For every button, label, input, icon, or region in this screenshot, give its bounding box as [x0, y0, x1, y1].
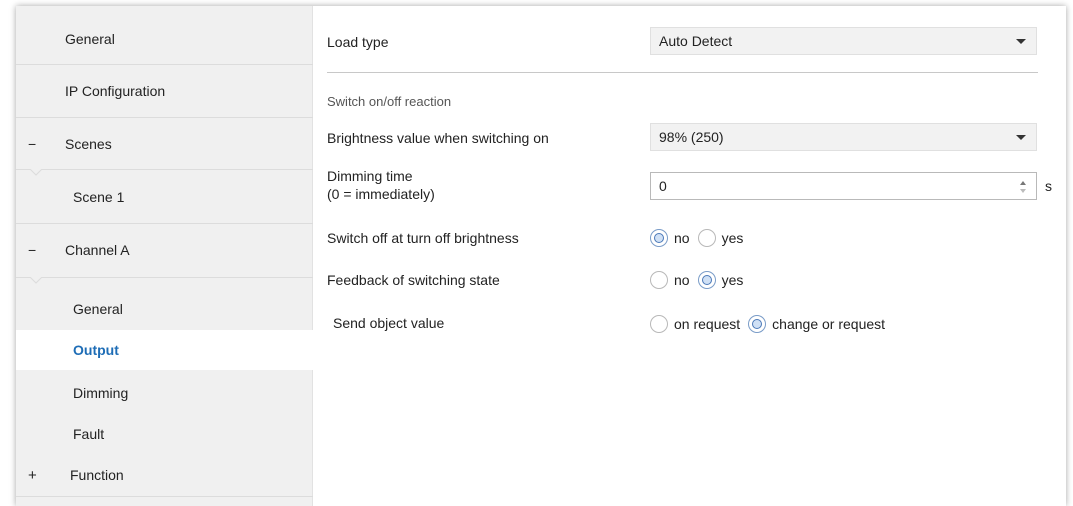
radio-label: yes [721, 272, 744, 288]
radio-icon[interactable] [697, 229, 716, 247]
load-type-label: Load type [327, 34, 389, 50]
sidebar-item-label: Dimming [73, 385, 129, 401]
switch-off-label: Switch off at turn off brightness [327, 230, 519, 246]
spin-down-icon[interactable] [1020, 189, 1026, 193]
send-object-option-change-or-request[interactable]: change or request [748, 315, 885, 333]
sidebar-item-label: Output [73, 342, 119, 358]
load-type-value: Auto Detect [659, 33, 733, 49]
sidebar-divider [16, 169, 313, 170]
dimming-time-label: Dimming time [327, 168, 413, 184]
sidebar-item-scene-1[interactable]: Scene 1 [16, 171, 313, 223]
feedback-label: Feedback of switching state [327, 272, 500, 288]
brightness-value: 98% (250) [659, 129, 724, 145]
sidebar-item-dimming[interactable]: Dimming [16, 372, 313, 414]
sidebar: General IP Configuration − Scenes Scene … [16, 6, 314, 506]
dimming-time-unit: s [1045, 178, 1052, 194]
collapse-icon[interactable]: − [28, 136, 36, 152]
chevron-down-icon [1016, 39, 1026, 44]
sidebar-item-channel-general[interactable]: General [16, 288, 313, 330]
sidebar-item-scenes[interactable]: − Scenes [16, 118, 313, 170]
dimming-time-input[interactable]: 0 [650, 172, 1037, 200]
sidebar-divider [16, 277, 313, 278]
sidebar-item-label: Fault [73, 426, 105, 442]
tree-notch-icon [30, 277, 42, 284]
dimming-time-value: 0 [659, 178, 667, 194]
switch-off-option-no[interactable]: no [650, 229, 690, 247]
sidebar-divider [16, 496, 313, 497]
feedback-radio-group: no yes [650, 268, 751, 292]
sidebar-item-label: Function [70, 467, 124, 483]
send-object-option-on-request[interactable]: on request [650, 315, 740, 333]
radio-label: yes [721, 230, 744, 246]
sidebar-item-label: General [65, 31, 115, 47]
expand-icon[interactable]: + [28, 467, 37, 484]
brightness-dropdown[interactable]: 98% (250) [650, 123, 1037, 151]
sidebar-item-label: IP Configuration [65, 83, 166, 99]
chevron-down-icon [1016, 135, 1026, 140]
radio-label: on request [674, 316, 741, 332]
radio-selected-icon[interactable] [748, 315, 767, 333]
sidebar-item-fault[interactable]: Fault [16, 414, 313, 454]
sidebar-item-label: Scenes [65, 136, 112, 152]
switch-off-option-yes[interactable]: yes [697, 229, 744, 247]
section-divider [327, 72, 1038, 73]
load-type-dropdown[interactable]: Auto Detect [650, 27, 1037, 55]
radio-icon[interactable] [650, 271, 668, 289]
radio-label: no [674, 230, 690, 246]
sidebar-item-label: Channel A [65, 242, 130, 258]
radio-label: no [674, 272, 690, 288]
sidebar-item-channel-a[interactable]: − Channel A [16, 224, 313, 276]
sidebar-item-function[interactable]: + Function [16, 454, 313, 496]
sidebar-item-label: Scene 1 [73, 189, 125, 205]
send-object-radio-group: on request change or request [650, 312, 893, 336]
parameter-panel: Load type Auto Detect Switch on/off reac… [313, 6, 1066, 506]
feedback-option-yes[interactable]: yes [697, 271, 744, 289]
window-frame: General IP Configuration − Scenes Scene … [16, 6, 1066, 506]
brightness-label: Brightness value when switching on [327, 130, 549, 146]
feedback-option-no[interactable]: no [650, 271, 690, 289]
radio-icon[interactable] [650, 315, 668, 333]
sidebar-item-label: General [73, 301, 123, 317]
radio-selected-icon[interactable] [697, 271, 716, 289]
sidebar-item-ip-configuration[interactable]: IP Configuration [16, 65, 313, 117]
sidebar-item-general[interactable]: General [16, 13, 313, 65]
switch-off-radio-group: no yes [650, 226, 751, 250]
radio-selected-icon[interactable] [650, 229, 668, 247]
radio-label: change or request [772, 316, 886, 332]
dimming-time-hint: (0 = immediately) [327, 186, 435, 202]
spin-up-icon[interactable] [1020, 181, 1026, 185]
send-object-label: Send object value [333, 315, 445, 331]
section-title: Switch on/off reaction [327, 94, 452, 109]
sidebar-item-output[interactable]: Output [16, 330, 314, 370]
collapse-icon[interactable]: − [28, 242, 36, 258]
